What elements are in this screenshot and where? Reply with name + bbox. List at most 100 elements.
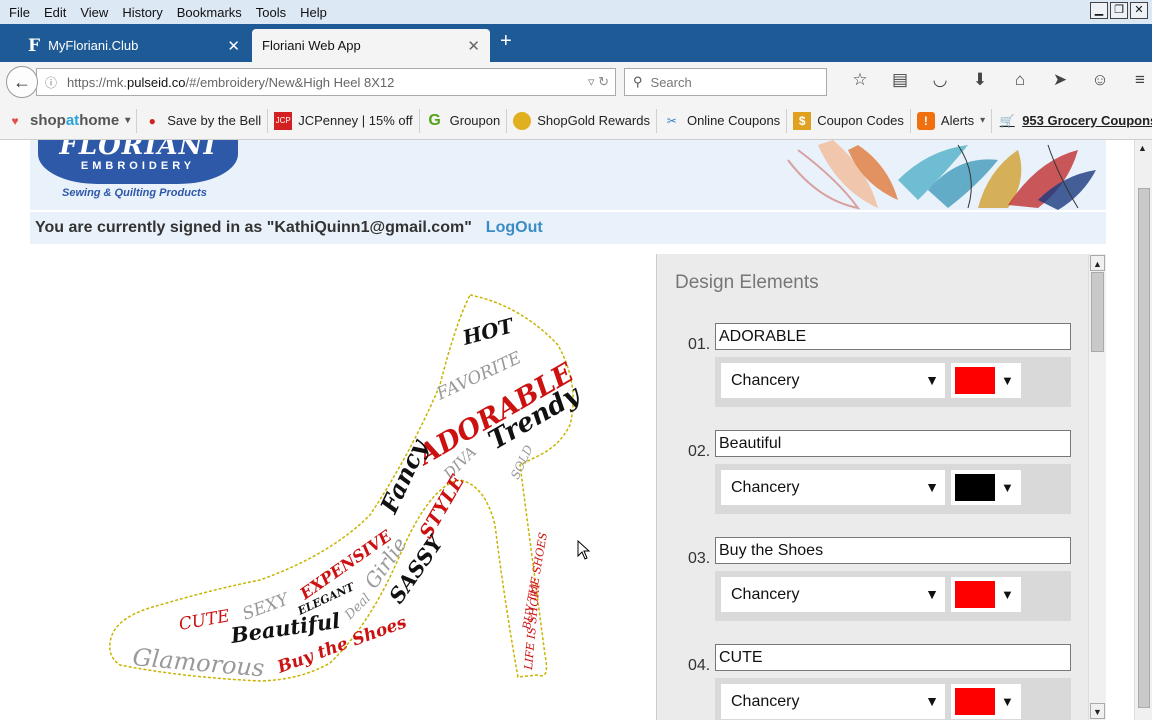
font-select[interactable]: Chancery ▼	[721, 684, 945, 719]
dropdown-arrow-icon: ▼	[925, 372, 939, 388]
font-select[interactable]: Chancery ▼	[721, 577, 945, 612]
dollar-icon: $	[793, 111, 812, 130]
info-icon[interactable]: ⓘ	[45, 74, 57, 91]
element-number: 04.	[688, 657, 711, 674]
page-scrollbar[interactable]: ▲	[1134, 140, 1152, 720]
tab-label: MyFloriani.Club	[48, 38, 139, 53]
minimize-icon[interactable]: ▁	[1090, 2, 1108, 19]
panel-scrollbar[interactable]: ▲ ▼	[1088, 254, 1106, 720]
design-element-2: 02. Beautiful Chancery ▼ ▼	[657, 430, 1088, 537]
bookmark-shopathome[interactable]: ♥ shop at home ▾	[0, 108, 138, 133]
scroll-up-icon[interactable]: ▲	[1090, 255, 1105, 271]
tab-myfloriani[interactable]: F MyFloriani.Club ✕	[18, 29, 250, 62]
color-picker[interactable]: ▼	[951, 470, 1021, 505]
color-picker[interactable]: ▼	[951, 363, 1021, 398]
feather-decoration	[787, 140, 1096, 210]
tab-close-icon[interactable]: ✕	[227, 37, 240, 55]
scroll-thumb[interactable]	[1091, 272, 1104, 352]
menu-tools[interactable]: Tools	[256, 5, 286, 20]
design-element-3: 03. Buy the Shoes Chancery ▼ ▼	[657, 537, 1088, 644]
bookmark-save-by-the-bell[interactable]: ● Save by the Bell	[137, 108, 269, 133]
element-options: Chancery ▼ ▼	[715, 464, 1071, 514]
floriani-logo[interactable]: FLORIANI EMBROIDERY Sewing & Quilting Pr…	[38, 140, 238, 202]
shoe-word: HOT	[459, 313, 518, 350]
shoe-word: Fancy	[374, 433, 434, 518]
scroll-thumb[interactable]	[1138, 188, 1150, 708]
color-picker[interactable]: ▼	[951, 577, 1021, 612]
shoe-word: LIFE IS SHORT	[522, 580, 543, 671]
search-icon: ⚲	[633, 74, 643, 89]
bookmark-online-coupons[interactable]: ✂ Online Coupons	[657, 108, 788, 133]
home-icon[interactable]: ⌂	[1000, 70, 1040, 90]
mouse-cursor-icon	[577, 540, 591, 560]
logout-link[interactable]: LogOut	[486, 219, 543, 237]
bookmark-star-icon[interactable]: ☆	[840, 70, 880, 90]
bookmark-coupon-codes[interactable]: $ Coupon Codes	[787, 108, 911, 133]
element-number: 01.	[688, 336, 711, 353]
tab-close-icon[interactable]: ✕	[467, 37, 480, 55]
cart-icon: 🛒	[999, 113, 1015, 128]
hamburger-menu-icon[interactable]: ≡	[1120, 70, 1152, 90]
bookmark-grocery-coupons[interactable]: 🛒 953 Grocery Coupons	[992, 109, 1152, 133]
color-swatch	[955, 367, 995, 394]
heart-icon: ♥	[11, 113, 19, 128]
element-text-input[interactable]: ADORABLE	[715, 323, 1071, 350]
coin-icon	[513, 111, 532, 130]
element-number: 03.	[688, 550, 711, 567]
color-swatch	[955, 474, 995, 501]
menu-bookmarks[interactable]: Bookmarks	[177, 5, 242, 20]
bookmark-groupon[interactable]: G Groupon	[420, 108, 508, 133]
shoe-word: CUTE	[177, 606, 231, 635]
bookmark-shopgold[interactable]: ShopGold Rewards	[507, 108, 657, 133]
element-text-input[interactable]: Buy the Shoes	[715, 537, 1071, 564]
menu-file[interactable]: File	[9, 5, 30, 20]
dropdown-arrow-icon: ▼	[1001, 480, 1014, 495]
dropdown-arrow-icon: ▼	[925, 586, 939, 602]
element-options: Chancery ▼ ▼	[715, 571, 1071, 621]
color-picker[interactable]: ▼	[951, 684, 1021, 719]
font-select[interactable]: Chancery ▼	[721, 363, 945, 398]
scroll-down-icon[interactable]: ▼	[1090, 703, 1105, 719]
url-text: https://mk.pulseid.co/#/embroidery/New&H…	[67, 74, 395, 90]
font-select[interactable]: Chancery ▼	[721, 470, 945, 505]
bookmark-alerts[interactable]: ! Alerts ▾	[911, 108, 993, 133]
pocket-icon[interactable]: ◡	[920, 70, 960, 90]
url-bar[interactable]: ⓘ https://mk.pulseid.co/#/embroidery/New…	[36, 68, 616, 96]
design-element-4: 04. CUTE Chancery ▼ ▼	[657, 644, 1088, 720]
reload-icon[interactable]: ▿ ↻	[588, 74, 609, 90]
send-icon[interactable]: ➤	[1040, 70, 1080, 90]
shoe-word: SOLD	[508, 443, 536, 482]
download-icon[interactable]: ⬇	[960, 70, 1000, 90]
menu-help[interactable]: Help	[300, 5, 327, 20]
element-text-input[interactable]: CUTE	[715, 644, 1071, 671]
nav-bar: ⓘ https://mk.pulseid.co/#/embroidery/New…	[0, 62, 1152, 102]
menu-history[interactable]: History	[122, 5, 162, 20]
reading-list-icon[interactable]: ▤	[880, 70, 920, 90]
color-swatch	[955, 688, 995, 715]
page-content: FLORIANI EMBROIDERY Sewing & Quilting Pr…	[0, 140, 1134, 720]
chat-icon[interactable]: ☺	[1080, 70, 1120, 90]
dropdown-arrow-icon: ▼	[1001, 694, 1014, 709]
element-text-input[interactable]: Beautiful	[715, 430, 1071, 457]
menu-bar: File Edit View History Bookmarks Tools H…	[0, 0, 1152, 24]
menu-view[interactable]: View	[80, 5, 108, 20]
restore-icon[interactable]: ❐	[1110, 2, 1128, 19]
tab-floriani-web-app[interactable]: Floriani Web App ✕	[252, 29, 490, 62]
menu-edit[interactable]: Edit	[44, 5, 66, 20]
close-icon[interactable]: ✕	[1130, 2, 1148, 19]
bookmark-jcpenney[interactable]: JCP JCPenney | 15% off	[268, 108, 420, 133]
toolbar-icons: ☆ ▤ ◡ ⬇ ⌂ ➤ ☺ ≡	[840, 70, 1152, 90]
new-tab-icon[interactable]: +	[500, 30, 512, 53]
dropdown-arrow-icon: ▼	[1001, 373, 1014, 388]
design-preview[interactable]: HOT FAVORITE ADORABLE Trendy DIVA SOLD F…	[100, 285, 600, 685]
groupon-icon: G	[428, 111, 441, 129]
dropdown-arrow-icon: ▼	[925, 479, 939, 495]
color-swatch	[955, 581, 995, 608]
tab-label: Floriani Web App	[262, 38, 361, 53]
shoe-word: Glamorous	[131, 643, 265, 682]
scroll-up-icon[interactable]: ▲	[1138, 143, 1147, 153]
design-elements-panel: Design Elements 01. ADORABLE Chancery ▼ …	[656, 254, 1088, 720]
search-input[interactable]: ⚲ Search	[624, 68, 827, 96]
back-arrow-icon[interactable]: ←	[6, 66, 38, 98]
dropdown-arrow-icon: ▼	[1001, 587, 1014, 602]
